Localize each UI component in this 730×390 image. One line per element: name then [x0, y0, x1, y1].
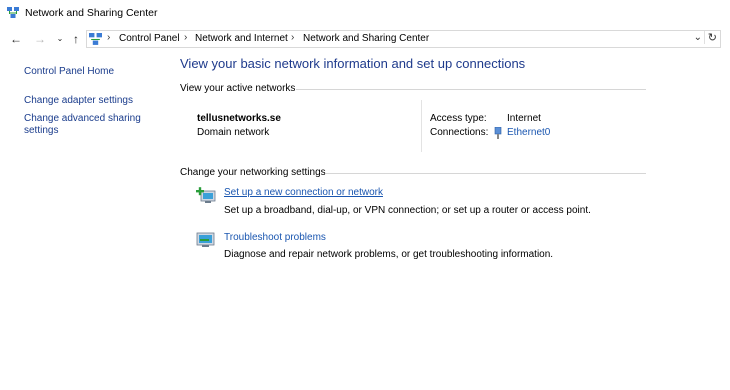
breadcrumb-separator-icon[interactable]: ›	[107, 32, 110, 43]
sidebar-item-control-panel-home[interactable]: Control Panel Home	[24, 66, 114, 77]
section-divider	[326, 173, 646, 174]
forward-arrow-icon[interactable]: →	[32, 31, 48, 47]
sidebar-item-change-adapter-settings[interactable]: Change adapter settings	[24, 95, 133, 106]
navigation-bar: ← → ⌄ ↑ › Control Panel › Network and In…	[0, 27, 730, 51]
troubleshoot-icon	[196, 232, 215, 247]
title-bar: Network and Sharing Center	[0, 0, 730, 27]
troubleshoot-problems-description: Diagnose and repair network problems, or…	[224, 249, 554, 260]
breadcrumb-network-and-internet[interactable]: Network and Internet	[195, 33, 288, 44]
back-arrow-icon[interactable]: ←	[8, 31, 24, 47]
page-title: View your basic network information and …	[180, 56, 526, 71]
connection-ethernet0-link[interactable]: Ethernet0	[507, 127, 550, 138]
breadcrumb-control-panel[interactable]: Control Panel	[119, 33, 180, 44]
setup-new-connection-description: Set up a broadband, dial-up, or VPN conn…	[224, 205, 591, 216]
network-center-icon	[7, 7, 19, 18]
network-name: tellusnetworks.se	[197, 113, 281, 124]
address-dropdown-chevron-icon[interactable]: ⌄	[694, 32, 702, 43]
setup-new-connection-link[interactable]: Set up a new connection or network	[224, 187, 383, 198]
network-type: Domain network	[197, 127, 270, 138]
control-panel-icon	[89, 33, 102, 45]
breadcrumb-separator-icon[interactable]: ›	[184, 32, 187, 43]
access-type-label: Access type:	[430, 113, 487, 124]
breadcrumb-network-and-sharing-center[interactable]: Network and Sharing Center	[303, 33, 429, 44]
address-bar[interactable]: › Control Panel › Network and Internet ›…	[86, 30, 721, 48]
vertical-divider	[421, 100, 422, 152]
new-connection-icon	[196, 187, 216, 203]
sidebar-item-change-advanced-sharing-settings[interactable]: Change advanced sharing settings	[24, 113, 149, 137]
recent-locations-chevron-icon[interactable]: ⌄	[52, 31, 68, 47]
breadcrumb-separator-icon[interactable]: ›	[291, 32, 294, 43]
connections-label: Connections:	[430, 127, 489, 138]
window-title: Network and Sharing Center	[25, 7, 158, 19]
troubleshoot-problems-link[interactable]: Troubleshoot problems	[224, 232, 326, 243]
access-type-value: Internet	[507, 113, 541, 124]
refresh-icon[interactable]: ↻	[703, 31, 717, 44]
networking-settings-header: Change your networking settings	[180, 167, 326, 178]
section-divider	[296, 89, 646, 90]
active-networks-header: View your active networks	[180, 83, 296, 94]
ethernet-icon	[494, 127, 502, 139]
up-arrow-icon[interactable]: ↑	[68, 31, 84, 47]
